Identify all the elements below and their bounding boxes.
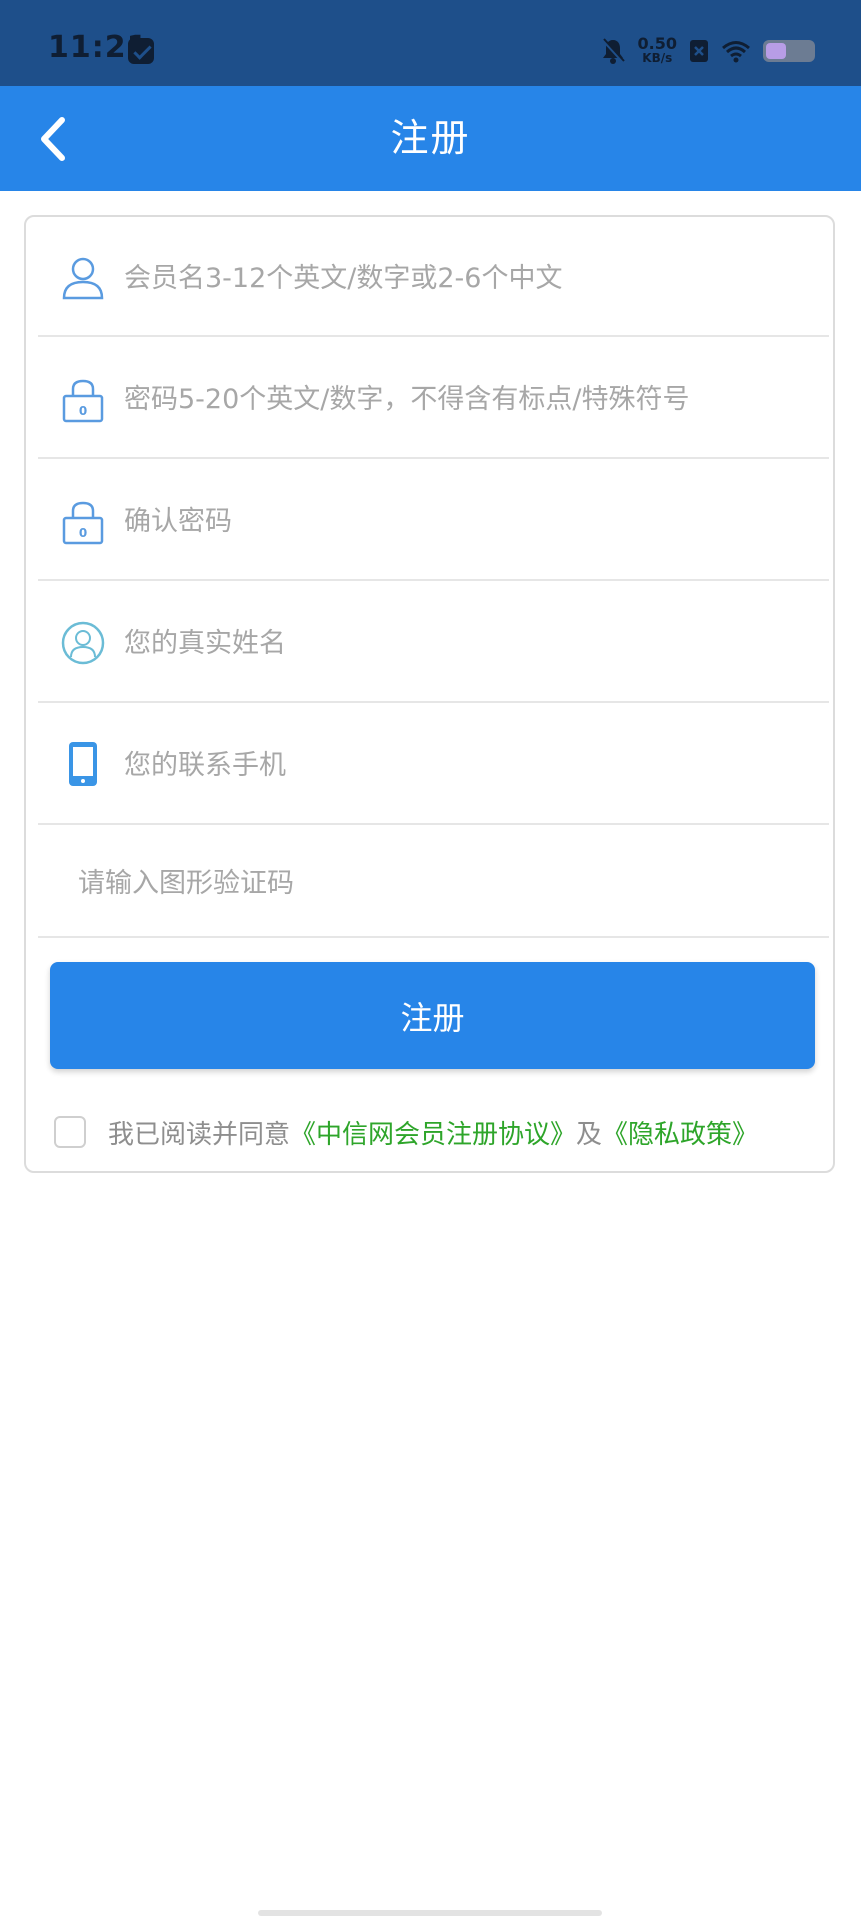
message-icon <box>128 38 154 64</box>
svg-text:0: 0 <box>79 404 87 418</box>
phone-input[interactable] <box>122 734 819 796</box>
user-icon <box>60 254 106 300</box>
app-bar: 注册 <box>0 86 861 191</box>
person-circle-icon <box>60 620 106 666</box>
confirm-password-input[interactable] <box>122 490 819 552</box>
status-bar: 11:21 0.50 KB/s <box>0 0 861 86</box>
privacy-policy-link[interactable]: 《隐私政策》 <box>602 1114 758 1151</box>
home-indicator[interactable] <box>258 1910 602 1916</box>
password-row: 0 <box>38 337 829 459</box>
confirm-password-row: 0 <box>38 459 829 581</box>
lock-icon: 0 <box>60 377 106 423</box>
agreement-checkbox[interactable] <box>54 1116 86 1148</box>
password-input[interactable] <box>122 368 819 430</box>
wifi-icon <box>721 39 751 63</box>
net-speed-value: 0.50 <box>637 34 677 53</box>
page-title: 注册 <box>390 116 471 160</box>
agreement-prefix: 我已阅读并同意 <box>108 1119 291 1150</box>
net-speed: 0.50 KB/s <box>637 34 677 66</box>
phone-icon <box>60 741 106 787</box>
net-speed-unit: KB/s <box>642 51 673 65</box>
agreement-middle: 及 <box>576 1119 603 1150</box>
battery-icon <box>763 40 815 62</box>
phone-row <box>38 703 829 825</box>
bell-mute-icon <box>600 37 626 65</box>
battery-level <box>766 43 786 59</box>
agreement-row: 我已阅读并同意 《中信网会员注册协议》 及 《隐私政策》 <box>54 1112 758 1152</box>
username-input[interactable] <box>122 247 819 309</box>
status-icons: 0.50 KB/s <box>600 34 815 68</box>
username-row <box>38 217 829 337</box>
captcha-input[interactable] <box>76 852 819 914</box>
real-name-row <box>38 581 829 703</box>
register-form: 0 0 <box>24 215 835 1173</box>
svg-text:0: 0 <box>79 526 87 540</box>
lock-icon: 0 <box>60 499 106 545</box>
member-agreement-link[interactable]: 《中信网会员注册协议》 <box>290 1114 576 1151</box>
real-name-input[interactable] <box>122 612 819 674</box>
close-box-icon <box>689 39 709 63</box>
register-button[interactable]: 注册 <box>50 962 815 1069</box>
captcha-row <box>38 825 829 938</box>
